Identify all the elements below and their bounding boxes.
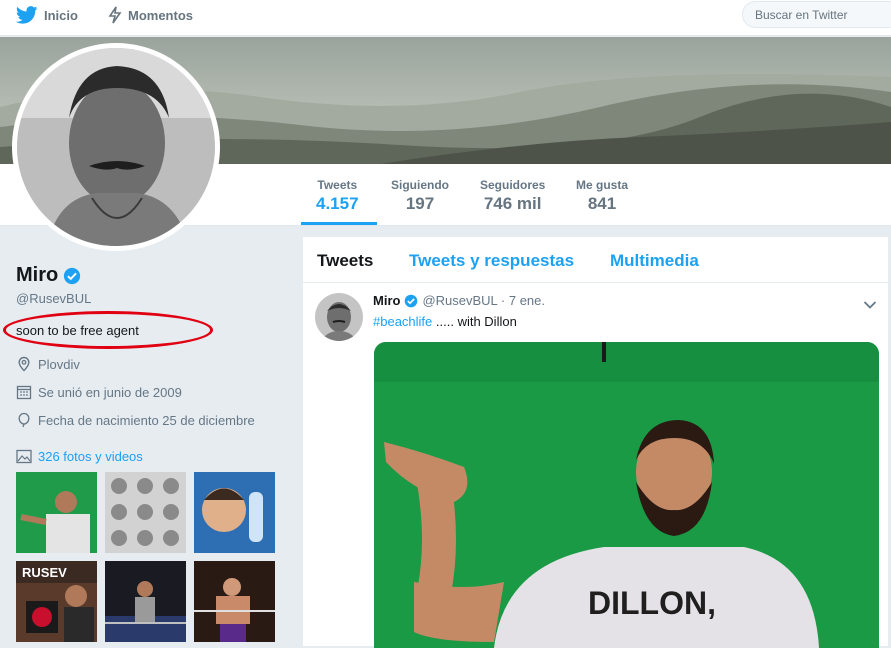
tab-tweets-replies[interactable]: Tweets y respuestas [409, 251, 574, 271]
photos-videos-link[interactable]: 326 fotos y videos [16, 449, 143, 464]
profile-name[interactable]: Miro [16, 264, 81, 287]
stat-value: 197 [405, 194, 435, 213]
svg-text:RUSEV: RUSEV [22, 565, 67, 580]
joined-text: Se unió en junio de 2009 [38, 384, 182, 400]
image-icon [16, 449, 32, 464]
media-thumbnail[interactable] [105, 561, 186, 642]
active-stat-underline [301, 222, 377, 225]
stat-value: 841 [587, 194, 617, 213]
tweet-menu-chevron-icon[interactable] [863, 297, 877, 315]
media-thumbnail[interactable] [16, 472, 97, 553]
twitter-bird-icon [16, 6, 38, 24]
tweet-hashtag[interactable]: #beachlife [373, 314, 432, 329]
verified-badge-icon [405, 294, 418, 307]
media-thumbnail[interactable] [194, 472, 275, 553]
tweet-body: ..... with Dillon [432, 314, 517, 329]
media-thumbnail[interactable]: RUSEV [16, 561, 97, 642]
stat-label: Siguiendo [391, 178, 449, 192]
stat-label: Tweets [317, 178, 358, 192]
timeline-panel: Tweets Tweets y respuestas Multimedia Mi… [302, 236, 890, 648]
highlight-circle-annotation [3, 311, 213, 349]
profile-handle[interactable]: @RusevBUL [16, 291, 91, 306]
media-thumbnail[interactable] [194, 561, 275, 642]
tweet-avatar[interactable] [315, 293, 363, 341]
profile-joined: Se unió en junio de 2009 [16, 384, 182, 400]
nav-moments[interactable]: Momentos [108, 0, 193, 30]
stat-value: 746 mil [483, 194, 542, 213]
nav-moments-label: Momentos [128, 7, 193, 23]
search-input[interactable]: Buscar en Twitter [742, 1, 891, 28]
location-pin-icon [18, 356, 30, 372]
profile-avatar[interactable] [12, 43, 220, 251]
profile-location: Plovdiv [16, 356, 80, 372]
stat-likes[interactable]: Me gusta 841 [576, 178, 628, 214]
tab-media[interactable]: Multimedia [610, 251, 699, 271]
nav-home-label: Inicio [44, 7, 78, 23]
calendar-icon [16, 385, 32, 400]
lightning-icon [108, 6, 122, 24]
stat-followers[interactable]: Seguidores 746 mil [480, 178, 545, 214]
tweet-author-name[interactable]: Miro [373, 293, 400, 308]
stat-label: Seguidores [480, 178, 546, 192]
location-text: Plovdiv [38, 356, 80, 372]
tab-tweets[interactable]: Tweets [317, 251, 373, 271]
shirt-text: DILLON, [588, 585, 716, 621]
verified-badge-icon [64, 267, 81, 284]
tweet-header: Miro @RusevBUL · 7 ene. [373, 293, 545, 308]
stat-following[interactable]: Siguiendo 197 [391, 178, 449, 214]
media-thumbnail[interactable] [105, 472, 186, 553]
stat-label: Me gusta [576, 178, 629, 192]
nav-home[interactable]: Inicio [16, 0, 78, 30]
profile-name-text: Miro [16, 264, 59, 286]
tweet-handle-time[interactable]: @RusevBUL · 7 ene. [422, 293, 545, 308]
photos-videos-label: 326 fotos y videos [38, 449, 143, 464]
timeline-tabs: Tweets Tweets y respuestas Multimedia [303, 237, 890, 283]
stat-value: 4.157 [316, 194, 359, 213]
stat-tweets[interactable]: Tweets 4.157 [316, 178, 359, 214]
top-navigation: Inicio Momentos Buscar en Twitter [0, 0, 891, 36]
birthday-text: Fecha de nacimiento 25 de diciembre [38, 412, 255, 428]
tweet-media-image[interactable]: DILLON, [374, 342, 879, 648]
profile-birthday: Fecha de nacimiento 25 de diciembre [16, 412, 255, 428]
balloon-icon [18, 412, 30, 428]
tweet-text: #beachlife ..... with Dillon [373, 314, 517, 329]
